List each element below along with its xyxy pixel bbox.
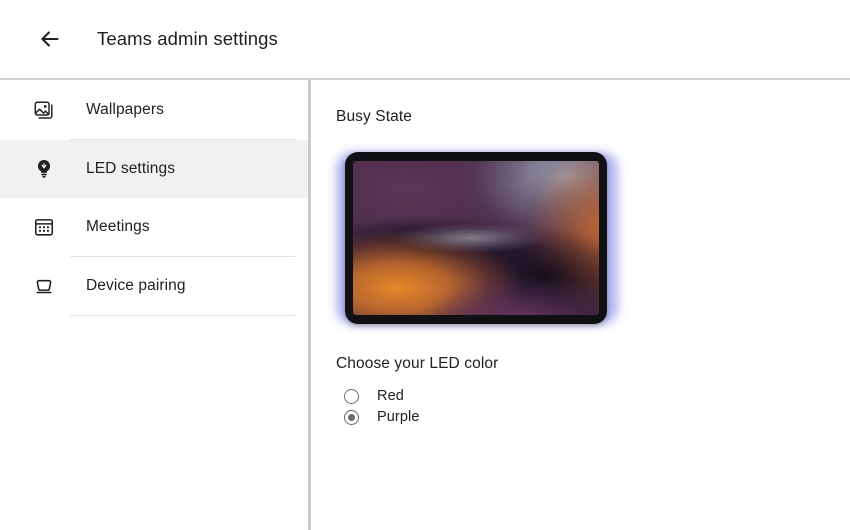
radio-option-red[interactable]: Red: [336, 386, 486, 406]
sidebar-item-device-pairing[interactable]: Device pairing: [0, 257, 308, 315]
led-color-radio-group: Red Purple: [336, 386, 850, 427]
page-title: Teams admin settings: [97, 28, 278, 49]
sidebar-item-label: Wallpapers: [86, 101, 164, 118]
radio-label: Red: [377, 388, 404, 404]
radio-option-purple[interactable]: Purple: [336, 407, 486, 427]
radio-label: Purple: [377, 409, 420, 425]
sidebar-item-label: Device pairing: [86, 277, 186, 294]
lightbulb-icon: [30, 158, 58, 180]
sidebar-item-label: LED settings: [86, 160, 176, 177]
tablet-preview: [336, 146, 618, 328]
radio-button-purple[interactable]: [344, 409, 359, 425]
sidebar-separator: [70, 315, 295, 316]
sidebar-item-meetings[interactable]: Meetings: [0, 198, 308, 256]
sidebar-item-label: Meetings: [86, 218, 150, 235]
main-panel: Busy State Choose your LED color Red Pur…: [311, 80, 850, 530]
tablet-bezel: [345, 152, 607, 324]
content-body: Wallpapers LED settings Meetings Device …: [0, 80, 850, 530]
monitor-icon: [30, 275, 58, 297]
image-icon: [30, 99, 58, 121]
sidebar-item-led-settings[interactable]: LED settings: [0, 140, 308, 198]
radio-button-red[interactable]: [344, 388, 359, 404]
app-header: Teams admin settings: [0, 0, 850, 78]
led-color-chooser-title: Choose your LED color: [336, 355, 499, 372]
section-title: Busy State: [336, 108, 412, 125]
sidebar-item-wallpapers[interactable]: Wallpapers: [0, 81, 308, 139]
back-button[interactable]: [30, 19, 70, 59]
wallpaper-layer-vignette: [353, 161, 599, 315]
arrow-left-icon: [37, 26, 63, 52]
calendar-icon: [30, 216, 58, 238]
sidebar: Wallpapers LED settings Meetings Device …: [0, 80, 308, 530]
tablet-screen: [353, 161, 599, 315]
